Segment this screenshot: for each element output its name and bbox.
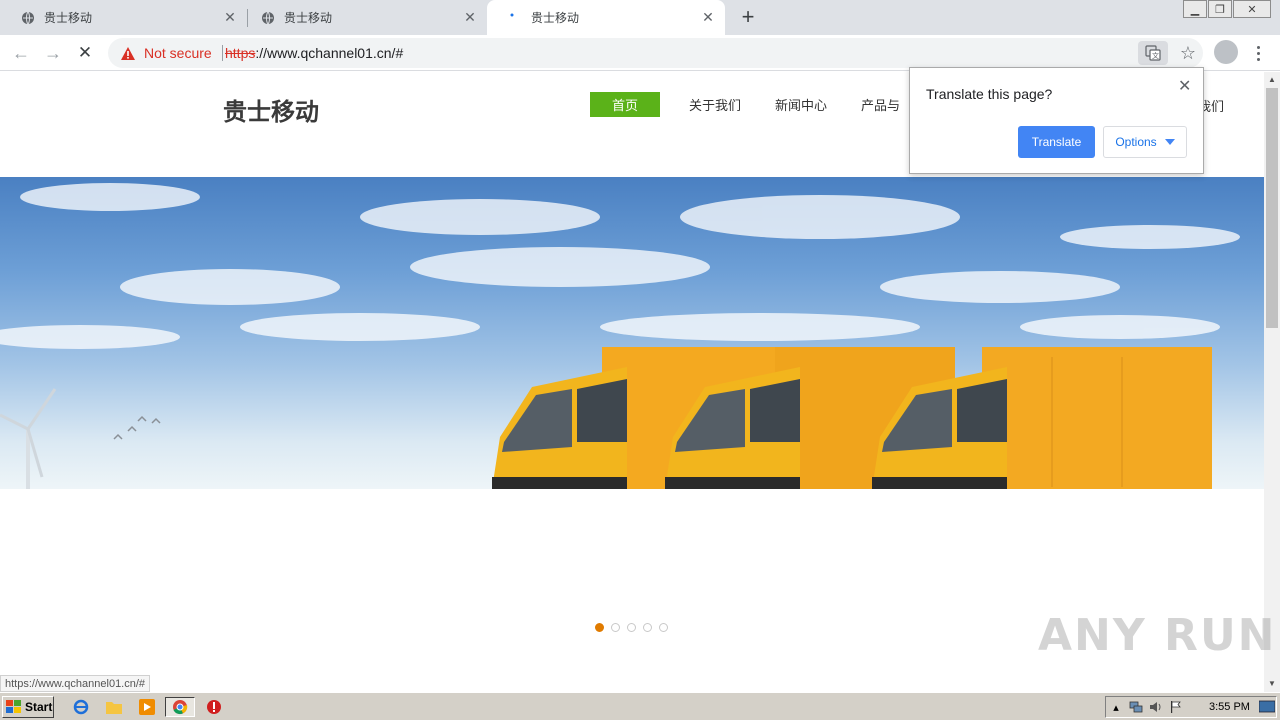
- new-tab-button[interactable]: +: [736, 4, 760, 29]
- volume-icon[interactable]: [1146, 699, 1166, 715]
- scroll-down-icon[interactable]: ▼: [1264, 676, 1280, 690]
- minimize-button[interactable]: ▁: [1183, 0, 1207, 18]
- start-label: Start: [25, 700, 53, 714]
- not-secure-label: Not secure: [144, 45, 212, 61]
- windows-logo-icon: [6, 700, 21, 713]
- dropdown-caret-icon: [1164, 139, 1175, 145]
- show-hidden-icons-icon[interactable]: ▴: [1106, 699, 1126, 715]
- nav-item-home[interactable]: 首页: [590, 92, 660, 117]
- slider-dot[interactable]: [627, 623, 636, 632]
- scroll-up-icon[interactable]: ▲: [1264, 72, 1280, 86]
- svg-text:文: 文: [1152, 51, 1159, 60]
- translate-button[interactable]: Translate: [1018, 126, 1095, 158]
- stop-loading-icon[interactable]: ✕: [72, 40, 98, 66]
- close-icon[interactable]: ✕: [221, 9, 239, 27]
- close-icon[interactable]: ✕: [1178, 76, 1191, 96]
- tab-title: 贵士移动: [284, 11, 333, 25]
- translate-popup-title: Translate this page?: [926, 86, 1053, 102]
- menu-icon[interactable]: [1248, 40, 1268, 66]
- hero-banner: [0, 177, 1264, 489]
- taskbar-clock: 3:55 PM: [1209, 701, 1250, 713]
- url-text[interactable]: https://www.qchannel01.cn/#: [225, 45, 403, 61]
- stop-sign-icon[interactable]: [203, 697, 225, 717]
- profile-avatar-icon[interactable]: [1214, 40, 1238, 64]
- nav-item-products[interactable]: 产品与: [844, 92, 917, 117]
- browser-toolbar: ← → ✕ Not secure https://www.qchannel01.…: [0, 35, 1280, 71]
- folder-icon[interactable]: [103, 697, 125, 717]
- url-scheme: https: [225, 45, 256, 61]
- translate-icon[interactable]: 文: [1138, 41, 1168, 65]
- globe-icon: [20, 10, 36, 26]
- close-icon[interactable]: ✕: [461, 9, 479, 27]
- trucks-illustration: [492, 347, 1212, 489]
- site-nav: 首页 关于我们 新闻中心 产品与: [590, 92, 917, 117]
- translate-popup: Translate this page? ✕ Translate Options: [909, 67, 1204, 174]
- security-indicator[interactable]: Not secure: [120, 44, 223, 62]
- action-center-flag-icon[interactable]: [1166, 699, 1186, 715]
- site-logo[interactable]: 贵士移动: [223, 92, 319, 127]
- forward-arrow-icon[interactable]: →: [40, 40, 66, 66]
- loading-icon: [507, 10, 523, 26]
- url-rest: ://www.qchannel01.cn/#: [255, 45, 404, 61]
- slider-dot[interactable]: [643, 623, 652, 632]
- slider-dot[interactable]: [659, 623, 668, 632]
- status-url: https://www.qchannel01.cn/#: [0, 675, 151, 692]
- show-desktop-icon[interactable]: [1256, 697, 1278, 717]
- start-button[interactable]: Start: [2, 696, 54, 718]
- slider-dot[interactable]: [611, 623, 620, 632]
- ie-icon[interactable]: [70, 697, 92, 717]
- hero-illustration: [0, 183, 1240, 489]
- system-tray: ▴: [1105, 696, 1277, 718]
- tab-title: 贵士移动: [44, 11, 93, 25]
- chrome-icon[interactable]: [165, 697, 195, 717]
- back-arrow-icon[interactable]: ←: [8, 40, 34, 66]
- media-player-icon[interactable]: [136, 697, 158, 717]
- tab-2[interactable]: 贵士移动 ✕: [240, 0, 487, 35]
- options-label: Options: [1115, 135, 1157, 149]
- warning-icon: [121, 46, 135, 60]
- nav-item-about[interactable]: 关于我们: [672, 92, 758, 117]
- tab-title: 贵士移动: [531, 11, 580, 25]
- divider: [221, 45, 223, 61]
- address-bar[interactable]: Not secure https://www.qchannel01.cn/# 文…: [108, 38, 1203, 68]
- page-scrollbar[interactable]: ▲ ▼: [1264, 72, 1280, 692]
- tab-strip: 贵士移动 ✕ 贵士移动 ✕ 贵士移动 ✕ + ▁ ❐ ✕: [0, 0, 1280, 35]
- bookmark-star-icon[interactable]: ☆: [1176, 41, 1200, 65]
- tab-3[interactable]: 贵士移动 ✕: [487, 0, 725, 35]
- taskbar: Start ▴ 3:55 PM: [0, 692, 1280, 720]
- close-icon[interactable]: ✕: [699, 9, 717, 27]
- options-button[interactable]: Options: [1103, 126, 1187, 158]
- globe-icon: [260, 10, 276, 26]
- nav-item-news[interactable]: 新闻中心: [758, 92, 844, 117]
- watermark-logo: ANY RUN: [1038, 610, 1277, 661]
- scroll-thumb[interactable]: [1266, 88, 1278, 328]
- slider-dot[interactable]: [595, 623, 604, 632]
- network-icon[interactable]: [1126, 699, 1146, 715]
- window-close-button[interactable]: ✕: [1233, 0, 1271, 18]
- slider-dots: [595, 623, 668, 632]
- restore-button[interactable]: ❐: [1208, 0, 1232, 18]
- tab-1[interactable]: 贵士移动 ✕: [0, 0, 247, 35]
